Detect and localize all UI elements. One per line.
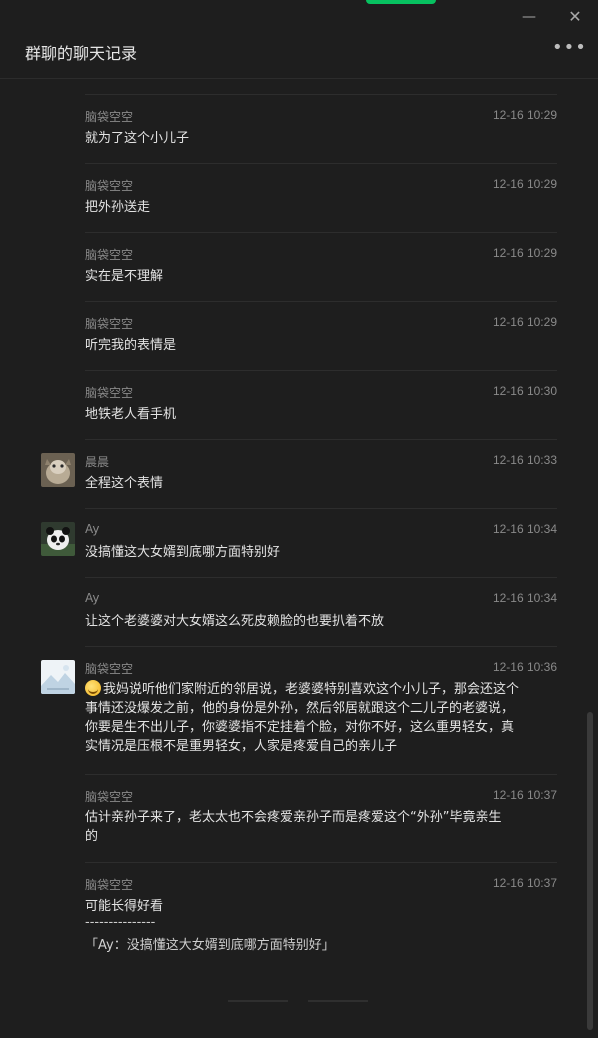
divider bbox=[85, 94, 557, 95]
top-accent-bar bbox=[366, 0, 436, 4]
message-time: 12-16 10:29 bbox=[492, 108, 557, 122]
divider bbox=[85, 577, 557, 578]
more-options-icon[interactable]: ••• bbox=[552, 36, 586, 60]
message-text: 就为了这个小儿子 bbox=[85, 131, 190, 146]
cat-photo-icon bbox=[41, 453, 75, 487]
message-list[interactable]: 脑袋空空 12-16 10:29 就为了这个小儿子 脑袋空空 12-16 10:… bbox=[0, 78, 598, 1038]
divider bbox=[85, 232, 557, 233]
message-text: 把外孙送走 bbox=[85, 200, 151, 215]
loading-indicator bbox=[308, 1000, 368, 1002]
panda-photo-icon bbox=[41, 522, 75, 556]
sender-name: 晨晨 bbox=[85, 455, 110, 469]
page-title: 群聊的聊天记录 bbox=[25, 44, 138, 63]
message-item: Ay 12-16 10:34 没搞懂这大女婿到底哪方面特别好 bbox=[0, 508, 598, 577]
message-text-segment: 我妈说听他们家附近的邻居说，老婆婆特别喜欢这个小儿子，那会还这个 bbox=[103, 682, 520, 697]
message-text: 我妈说听他们家附近的邻居说，老婆婆特别喜欢这个小儿子，那会还这个 事情还没爆发之… bbox=[85, 680, 557, 756]
loading-indicator bbox=[228, 1000, 288, 1002]
landscape-photo-icon bbox=[41, 660, 75, 694]
message-time: 12-16 10:29 bbox=[492, 315, 557, 329]
message-item: 脑袋空空 12-16 10:29 就为了这个小儿子 bbox=[0, 94, 598, 163]
message-time: 12-16 10:34 bbox=[492, 522, 557, 536]
message-text-line: 我妈说听他们家附近的邻居说，老婆婆特别喜欢这个小儿子，那会还这个 bbox=[85, 680, 557, 699]
laughing-emoji-icon bbox=[85, 680, 101, 696]
message-time: 12-16 10:36 bbox=[492, 660, 557, 674]
divider bbox=[85, 439, 557, 440]
message-time: 12-16 10:37 bbox=[492, 876, 557, 890]
message-item: 脑袋空空 12-16 10:37 可能长得好看 --------------- … bbox=[0, 862, 598, 972]
message-time: 12-16 10:33 bbox=[492, 453, 557, 467]
divider bbox=[85, 163, 557, 164]
sender-name: 脑袋空空 bbox=[85, 179, 134, 193]
avatar[interactable] bbox=[41, 453, 75, 487]
message-time: 12-16 10:29 bbox=[492, 246, 557, 260]
divider bbox=[85, 370, 557, 371]
divider bbox=[85, 862, 557, 863]
avatar[interactable] bbox=[41, 660, 75, 694]
divider bbox=[85, 508, 557, 509]
message-item: 脑袋空空 12-16 10:36 我妈说听他们家附近的邻居说，老婆婆特别喜欢这个… bbox=[0, 646, 598, 774]
sender-name: 脑袋空空 bbox=[85, 790, 134, 804]
message-time: 12-16 10:30 bbox=[492, 384, 557, 398]
scrollbar[interactable] bbox=[587, 712, 593, 1030]
message-item: 脑袋空空 12-16 10:37 估计亲孙子来了，老太太也不会疼爱亲孙子而是疼爱… bbox=[0, 774, 598, 862]
sender-name: 脑袋空空 bbox=[85, 386, 134, 400]
header: 群聊的聊天记录 ••• bbox=[0, 30, 598, 79]
message-item: 脑袋空空 12-16 10:29 把外孙送走 bbox=[0, 163, 598, 232]
sender-name: 脑袋空空 bbox=[85, 110, 134, 124]
message-text: 让这个老婆婆对大女婿这么死皮赖脸的也要扒着不放 bbox=[85, 614, 385, 629]
message-text-line: 你要是生不出儿子，你婆婆指不定挂着个脸，对你不好，这么重男轻女，真 bbox=[85, 720, 515, 735]
divider bbox=[85, 301, 557, 302]
sender-name: 脑袋空空 bbox=[85, 662, 134, 676]
divider bbox=[85, 646, 557, 647]
quoted-message[interactable]: 「Ay：没搞懂这大女婿到底哪方面特别好」 bbox=[85, 934, 335, 953]
message-item: 脑袋空空 12-16 10:29 实在是不理解 bbox=[0, 232, 598, 301]
message-text-line: 实情况是压根不是重男轻女，人家是疼爱自己的亲儿子 bbox=[85, 739, 398, 754]
sender-name: Ay bbox=[85, 522, 100, 536]
message-text-line: 估计亲孙子来了，老太太也不会疼爱亲孙子而是疼爱这个“外孙”毕竟亲生 bbox=[85, 810, 502, 825]
message-text: 听完我的表情是 bbox=[85, 338, 177, 353]
message-time: 12-16 10:29 bbox=[492, 177, 557, 191]
message-text: 估计亲孙子来了，老太太也不会疼爱亲孙子而是疼爱这个“外孙”毕竟亲生 的 bbox=[85, 808, 557, 846]
message-item: Ay 12-16 10:34 让这个老婆婆对大女婿这么死皮赖脸的也要扒着不放 bbox=[0, 577, 598, 646]
quote-separator: --------------- bbox=[85, 915, 156, 930]
sender-name: 脑袋空空 bbox=[85, 317, 134, 331]
message-text-line: 的 bbox=[85, 829, 99, 844]
message-item: 脑袋空空 12-16 10:30 地铁老人看手机 bbox=[0, 370, 598, 439]
message-text: 可能长得好看 bbox=[85, 899, 164, 914]
close-icon[interactable]: ✕ bbox=[566, 8, 584, 26]
divider bbox=[85, 774, 557, 775]
message-text: 没搞懂这大女婿到底哪方面特别好 bbox=[85, 545, 281, 560]
message-text-line: 事情还没爆发之前，他的身份是外孙，然后邻居就跟这个二儿子的老婆说， bbox=[85, 701, 515, 716]
message-time: 12-16 10:34 bbox=[492, 591, 557, 605]
message-text: 全程这个表情 bbox=[85, 476, 164, 491]
message-text: 实在是不理解 bbox=[85, 269, 164, 284]
sender-name: Ay bbox=[85, 591, 100, 605]
message-time: 12-16 10:37 bbox=[492, 788, 557, 802]
minimize-icon[interactable]: — bbox=[520, 8, 538, 26]
avatar[interactable] bbox=[41, 522, 75, 556]
message-item: 脑袋空空 12-16 10:29 听完我的表情是 bbox=[0, 301, 598, 370]
message-text: 地铁老人看手机 bbox=[85, 407, 177, 422]
sender-name: 脑袋空空 bbox=[85, 878, 134, 892]
sender-name: 脑袋空空 bbox=[85, 248, 134, 262]
message-item: 晨晨 12-16 10:33 全程这个表情 bbox=[0, 439, 598, 508]
